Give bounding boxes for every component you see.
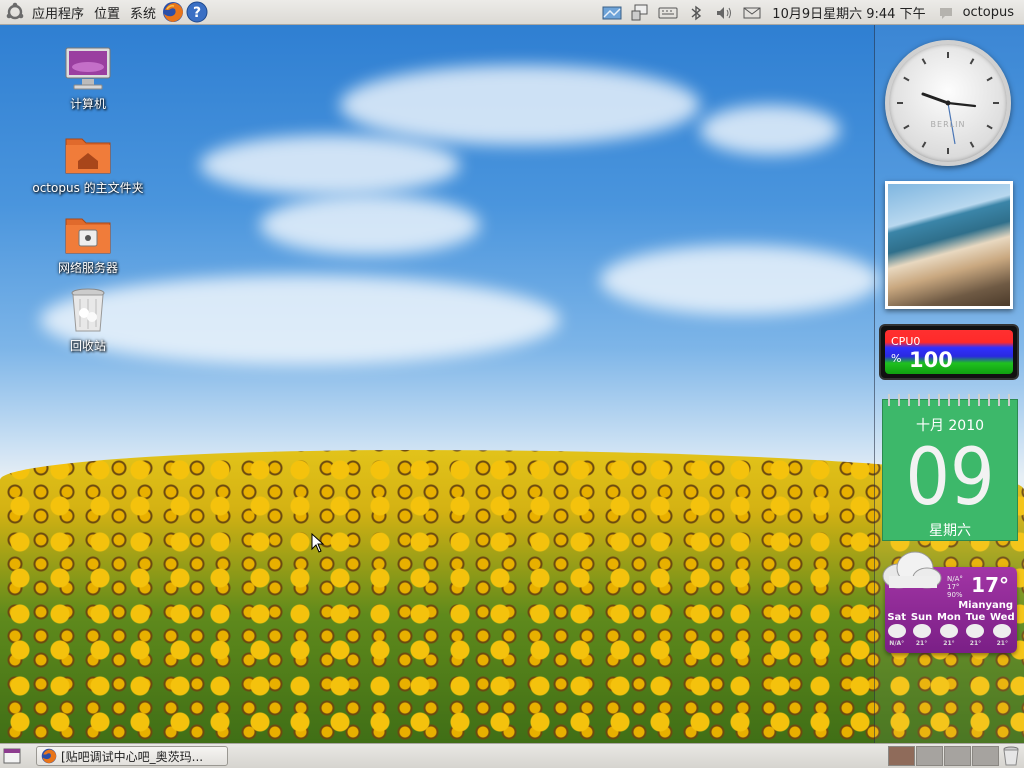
- bluetooth-icon[interactable]: [685, 2, 707, 24]
- rain-cloud-icon: [993, 624, 1012, 638]
- desktop-icon-network[interactable]: 网络服务器: [28, 213, 148, 276]
- cloud: [200, 135, 460, 195]
- network-icon[interactable]: [601, 2, 623, 24]
- chat-icon[interactable]: [935, 2, 957, 24]
- cloud: [600, 245, 880, 315]
- cloud: [700, 105, 840, 155]
- desktop-icon-label: 回收站: [69, 339, 106, 353]
- keyboard-icon[interactable]: [657, 2, 679, 24]
- home-folder-icon: [64, 133, 112, 177]
- calendar-widget[interactable]: 十月 2010 09 星期六: [882, 394, 1018, 541]
- widget-sidebar: BERLIN CPU0 % 100 十月 2010 09 星期六 17° N/A…: [874, 25, 1024, 743]
- forecast-day-name: Sat: [887, 612, 907, 623]
- top-panel: 应用程序 位置 系统 ? 10月9日星期六 9:44 下午 octopus: [0, 0, 1024, 25]
- clock-datetime[interactable]: 10月9日星期六 9:44 下午: [766, 3, 931, 22]
- ubuntu-logo-icon[interactable]: [4, 1, 26, 23]
- desktop-icon-label: octopus 的主文件夹: [32, 181, 144, 195]
- rain-cloud-icon: [939, 624, 958, 638]
- forecast-low: N/A°: [889, 640, 905, 647]
- forecast-day: Sat N/A°: [887, 612, 906, 647]
- weather-detail: 90%: [947, 591, 963, 599]
- forecast-day-name: Wed: [990, 612, 1015, 623]
- forecast-day-name: Sun: [910, 612, 933, 623]
- forecast-day: Sun 21°: [911, 612, 932, 647]
- svg-text:?: ?: [193, 5, 201, 21]
- system-menu[interactable]: 系统: [125, 3, 161, 22]
- calendar-day: 09: [905, 433, 995, 523]
- cloud: [340, 65, 700, 145]
- system-tray: 10月9日星期六 9:44 下午 octopus: [598, 0, 1024, 25]
- cpu-label: CPU0: [891, 335, 921, 348]
- desktop-icon-computer[interactable]: 计算机: [28, 45, 148, 112]
- user-menu[interactable]: octopus: [957, 5, 1024, 20]
- weather-detail: N/A°: [947, 575, 963, 583]
- calendar-weekday: 星期六: [929, 523, 971, 539]
- sunflower-field: [0, 450, 1024, 743]
- desktop-icon-trash[interactable]: 回收站: [28, 287, 148, 354]
- trash-icon: [68, 287, 108, 335]
- forecast-low: 21°: [969, 640, 982, 647]
- firefox-icon[interactable]: [162, 1, 184, 23]
- calendar-rings: [883, 394, 1017, 406]
- desktop-icon-label: 计算机: [69, 97, 106, 111]
- forecast-day-name: Tue: [965, 612, 986, 623]
- workspace-4[interactable]: [972, 746, 999, 766]
- cpu-percent-symbol: %: [891, 352, 902, 365]
- photo-frame-widget[interactable]: [885, 181, 1013, 309]
- taskbar-button-label: [贴吧调试中心吧_奥茨玛...: [61, 749, 204, 764]
- places-menu[interactable]: 位置: [89, 3, 125, 22]
- computer-icon: [64, 45, 112, 93]
- firefox-icon: [41, 748, 57, 764]
- volume-icon[interactable]: [713, 2, 735, 24]
- rain-cloud-icon: [887, 624, 906, 638]
- workspace-2[interactable]: [916, 746, 943, 766]
- desktop[interactable]: 计算机 octopus 的主文件夹 网络服务器 回收站 BERLIN CPU0 …: [0, 25, 1024, 743]
- forecast-low: 21°: [996, 640, 1008, 647]
- workspace-1[interactable]: [888, 746, 915, 766]
- bottom-panel: [贴吧调试中心吧_奥茨玛...: [0, 743, 1024, 768]
- forecast-day: Tue 21°: [966, 612, 986, 647]
- taskbar-button-firefox[interactable]: [贴吧调试中心吧_奥茨玛...: [36, 746, 228, 766]
- cloud-icon: [882, 551, 942, 589]
- weather-forecast: Sat N/A° Sun 21° Mon 21° Tue 21° Wed 21°: [885, 612, 1017, 647]
- weather-city: Mianyang: [958, 600, 1013, 611]
- desktop-icon-label: 网络服务器: [57, 261, 118, 275]
- forecast-day: Wed 21°: [990, 612, 1015, 647]
- cloud: [260, 195, 480, 255]
- weather-detail: 17°: [947, 583, 960, 591]
- weather-temp: 17°: [971, 573, 1009, 597]
- rain-cloud-icon: [912, 624, 931, 638]
- cpu-value: 100: [909, 348, 953, 372]
- calendar-month-year: 十月 2010: [915, 418, 985, 434]
- beach-photo: [888, 184, 1010, 306]
- applications-menu[interactable]: 应用程序: [27, 3, 89, 22]
- workspace-switcher: [888, 746, 1000, 766]
- network-server-icon: [64, 213, 112, 257]
- trash-applet-icon[interactable]: [1002, 746, 1020, 766]
- mouse-pointer-icon: [311, 533, 325, 553]
- clock-city-label: BERLIN: [930, 120, 966, 129]
- mail-icon[interactable]: [741, 2, 763, 24]
- display-icon[interactable]: [629, 2, 651, 24]
- clock-widget[interactable]: BERLIN: [885, 40, 1011, 166]
- show-desktop-icon[interactable]: [3, 747, 21, 765]
- cpu-monitor-widget[interactable]: CPU0 % 100: [879, 324, 1019, 380]
- forecast-low: 21°: [915, 640, 928, 647]
- desktop-icon-home[interactable]: octopus 的主文件夹: [28, 133, 148, 196]
- forecast-day: Mon 21°: [937, 612, 961, 647]
- forecast-low: 21°: [943, 640, 955, 647]
- weather-details: N/A° 17° 90%: [947, 575, 963, 599]
- workspace-3[interactable]: [944, 746, 971, 766]
- forecast-day-name: Mon: [936, 612, 961, 623]
- help-icon[interactable]: ?: [186, 1, 208, 23]
- rain-cloud-icon: [966, 624, 985, 638]
